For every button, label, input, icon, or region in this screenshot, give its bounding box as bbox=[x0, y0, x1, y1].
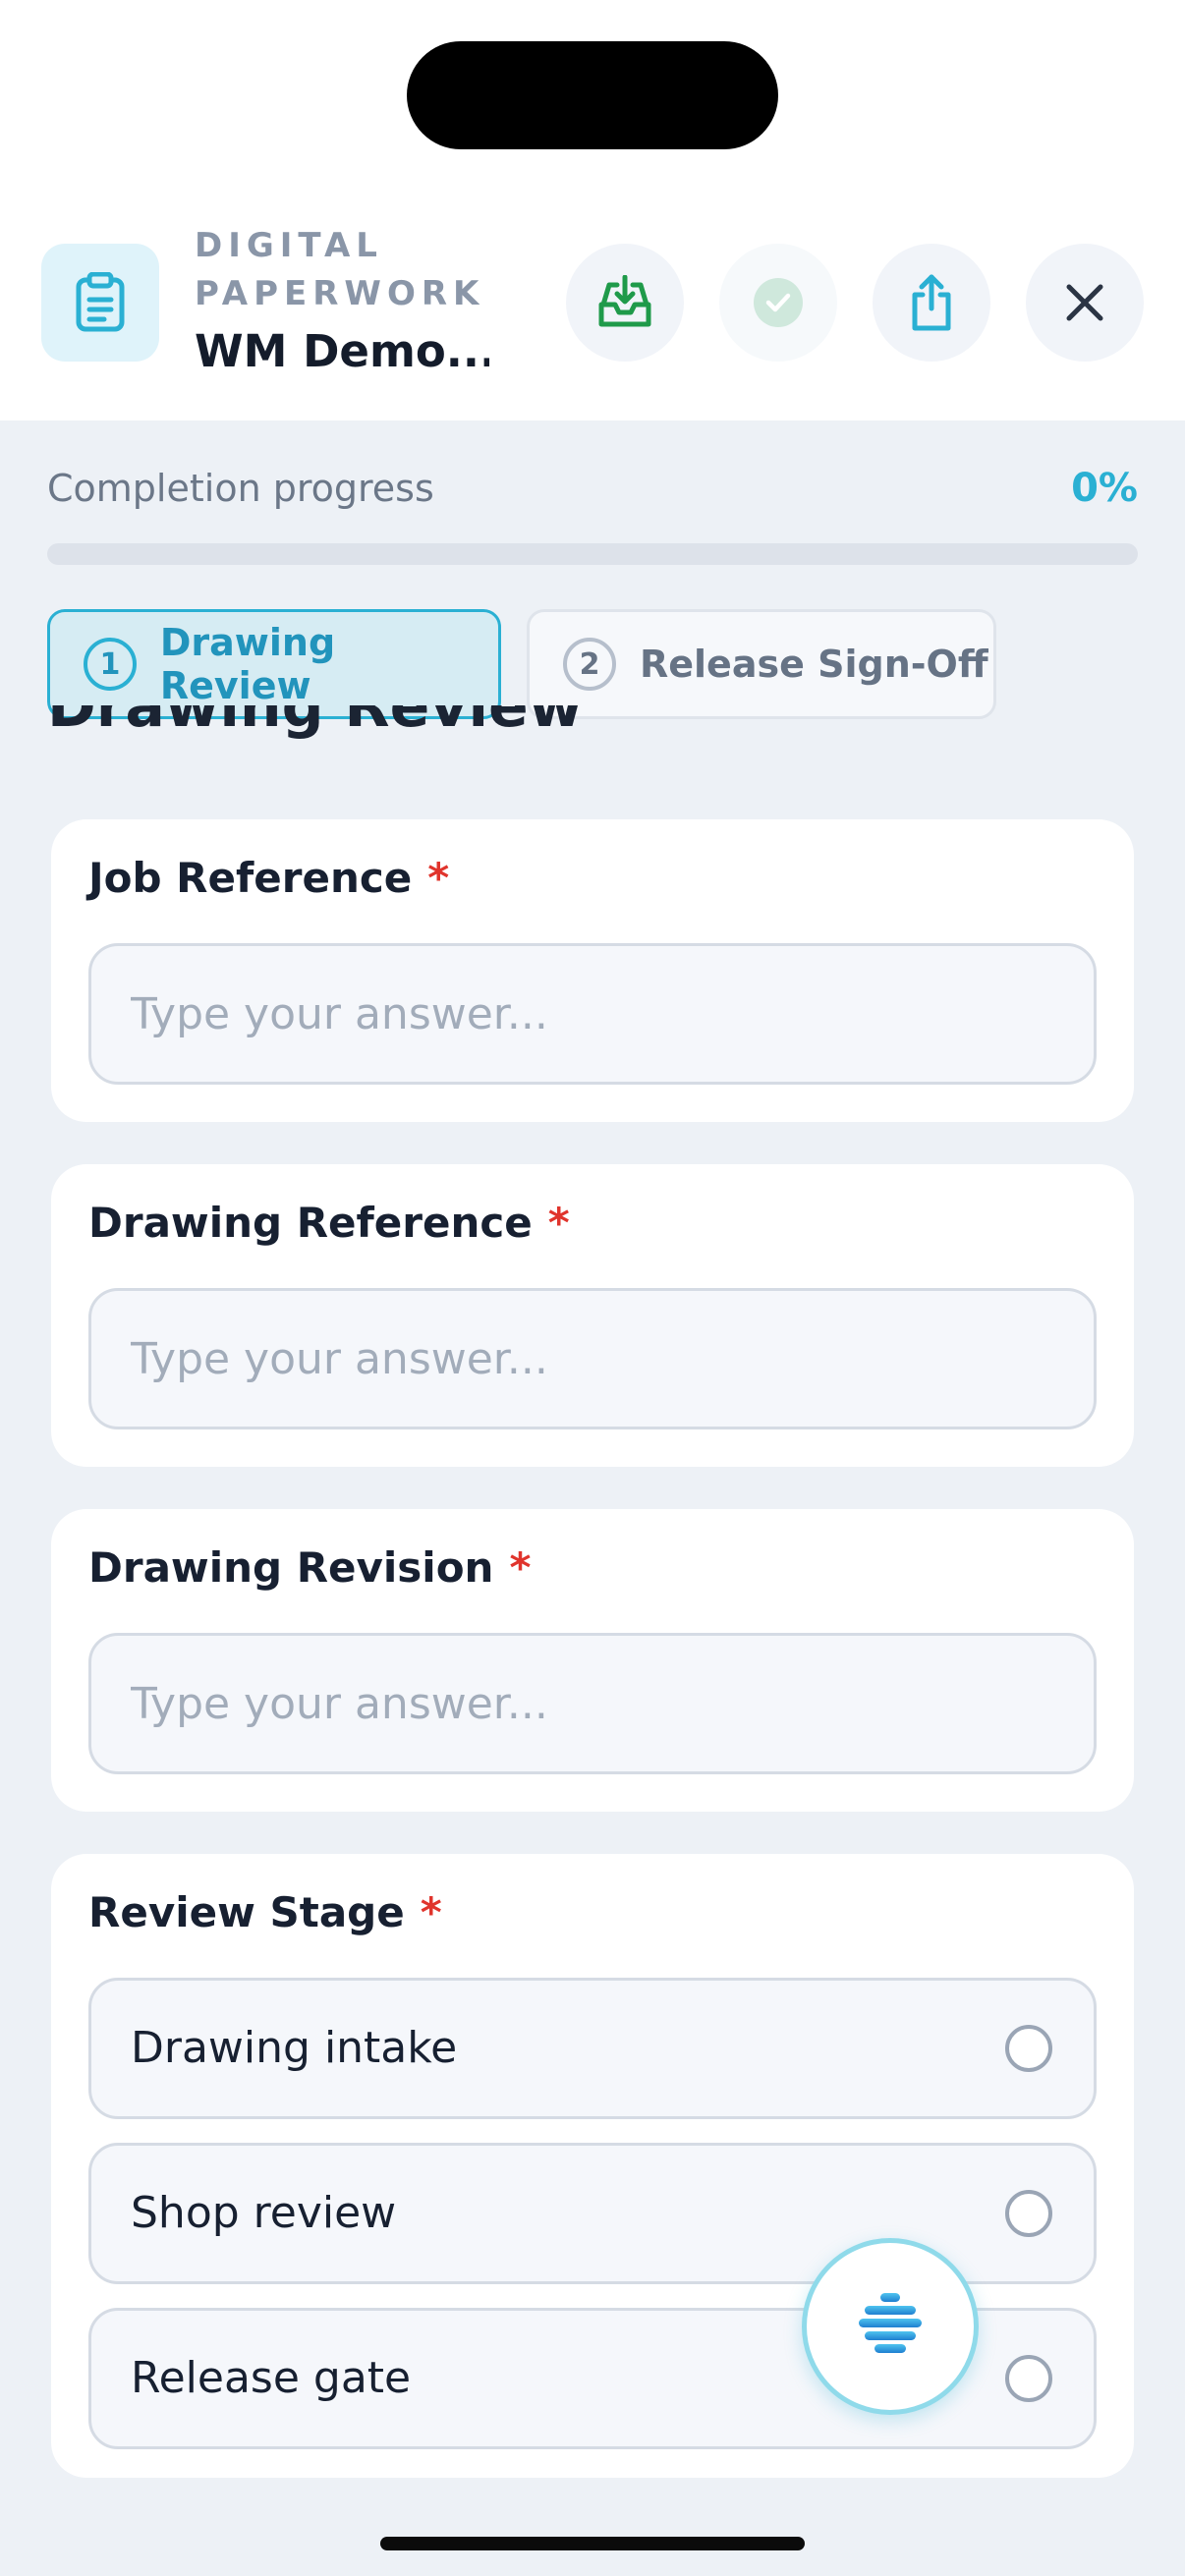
required-marker: * bbox=[547, 1199, 570, 1247]
mark-complete-button[interactable] bbox=[719, 244, 837, 362]
home-indicator bbox=[380, 2537, 805, 2550]
progress-percent: 0% bbox=[1071, 466, 1138, 511]
header-eyebrow: DIGITAL PAPERWORK bbox=[195, 226, 485, 313]
stack-lines-icon bbox=[859, 2293, 922, 2353]
camera-notch bbox=[407, 41, 778, 149]
required-marker: * bbox=[420, 1888, 442, 1936]
radio-button[interactable] bbox=[1005, 2025, 1052, 2072]
field-label-text: Drawing Revision bbox=[88, 1543, 494, 1592]
required-marker: * bbox=[427, 854, 450, 902]
field-label: Drawing Revision * bbox=[88, 1539, 531, 1597]
progress-label: Completion progress bbox=[47, 467, 434, 510]
assistant-fab-button[interactable] bbox=[802, 2238, 979, 2415]
tab-label: Drawing Review bbox=[159, 621, 336, 707]
close-icon bbox=[1066, 284, 1103, 321]
tab-release-sign-off[interactable]: 2 Release Sign-Off bbox=[527, 609, 996, 719]
field-label: Drawing Reference * bbox=[88, 1194, 570, 1253]
radio-option-label: Drawing intake bbox=[131, 2023, 458, 2073]
field-label-text: Job Reference bbox=[88, 854, 413, 902]
inbox-download-icon bbox=[598, 275, 651, 327]
document-title: WM Demo... bbox=[195, 325, 489, 377]
close-button[interactable] bbox=[1026, 244, 1144, 362]
drawing-reference-input[interactable] bbox=[88, 1288, 1097, 1429]
field-card-job-reference: Job Reference * bbox=[51, 819, 1134, 1122]
field-label-text: Drawing Reference bbox=[88, 1199, 533, 1247]
tab-drawing-review[interactable]: 1 Drawing Review bbox=[47, 609, 501, 719]
share-icon bbox=[912, 274, 951, 331]
field-card-drawing-revision: Drawing Revision * bbox=[51, 1509, 1134, 1812]
radio-option-label: Release gate bbox=[131, 2353, 412, 2403]
field-label: Job Reference * bbox=[88, 849, 449, 908]
tab-number: 1 bbox=[84, 638, 137, 691]
field-card-review-stage: Review Stage * Drawing intake Shop review… bbox=[51, 1854, 1134, 2478]
radio-button[interactable] bbox=[1005, 2355, 1052, 2402]
app-header: DIGITAL PAPERWORK WM Demo... bbox=[0, 0, 1185, 420]
drawing-revision-input[interactable] bbox=[88, 1633, 1097, 1774]
clipboard-icon bbox=[41, 244, 159, 362]
progress-bar bbox=[47, 543, 1138, 565]
share-button[interactable] bbox=[873, 244, 990, 362]
radio-option-label: Shop review bbox=[131, 2188, 397, 2238]
field-card-drawing-reference: Drawing Reference * bbox=[51, 1164, 1134, 1467]
save-offline-button[interactable] bbox=[566, 244, 684, 362]
field-label-text: Review Stage bbox=[88, 1888, 405, 1936]
job-reference-input[interactable] bbox=[88, 943, 1097, 1085]
section-title-text: Drawing Review bbox=[47, 705, 584, 741]
section-title: Drawing Review bbox=[47, 705, 583, 766]
required-marker: * bbox=[509, 1543, 532, 1592]
field-label: Review Stage * bbox=[88, 1883, 442, 1942]
tab-label: Release Sign-Off bbox=[640, 643, 988, 686]
tab-number: 2 bbox=[563, 638, 616, 691]
radio-button[interactable] bbox=[1005, 2190, 1052, 2237]
radio-option-drawing-intake[interactable]: Drawing intake bbox=[88, 1978, 1097, 2119]
check-circle-icon bbox=[754, 278, 803, 327]
